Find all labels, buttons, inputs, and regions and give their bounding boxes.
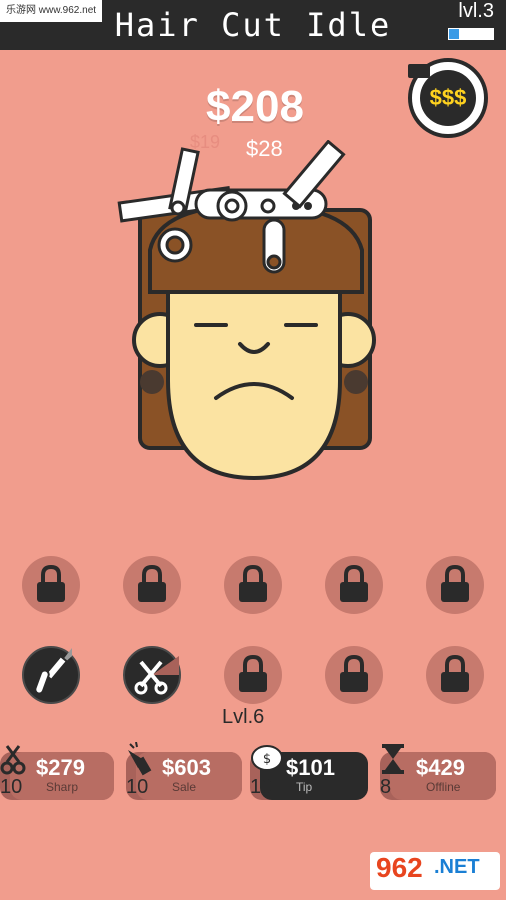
- piggy-bank-icon: $: [251, 745, 283, 771]
- upgrade-tip-label: Tip: [296, 780, 313, 794]
- lock-icon: [239, 564, 267, 602]
- upgrade-offline-count: 8: [380, 776, 392, 798]
- tool-slot-1[interactable]: [22, 556, 80, 614]
- level-progress-bar: [448, 28, 494, 40]
- player-level: lvl.3: [458, 0, 494, 22]
- upgrade-tip-price: $101: [286, 755, 335, 780]
- lock-icon: [441, 654, 469, 692]
- lock-icon: [441, 564, 469, 602]
- upgrade-sale-price: $603: [162, 755, 211, 780]
- upgrade-sharp-price: $279: [36, 755, 85, 780]
- upgrade-sharp-button[interactable]: $279 Sharp 10: [0, 745, 114, 800]
- upgrade-sale-button[interactable]: $603 Sale 10: [126, 742, 242, 800]
- logo-number: 962: [376, 852, 423, 883]
- lock-icon: [138, 564, 166, 602]
- upgrade-sale-count: 10: [126, 776, 149, 798]
- lock-icon: [340, 564, 368, 602]
- upgrade-offline-label: Offline: [426, 780, 461, 794]
- svg-text:$: $: [263, 752, 271, 767]
- upgrade-sharp-label: Sharp: [46, 780, 79, 794]
- site-watermark: 乐游网 www.962.net: [0, 0, 103, 22]
- cash-video-button[interactable]: $$$: [408, 58, 488, 138]
- lock-icon: [37, 564, 65, 602]
- upgrade-offline-button[interactable]: $429 Offline 8: [380, 744, 496, 800]
- megaphone-icon: [128, 742, 152, 776]
- upgrade-tip-count: 10: [250, 776, 273, 798]
- razor-icon: [34, 648, 72, 695]
- scissors-comb-icon: [134, 656, 179, 695]
- upgrade-sharp-count: 10: [0, 776, 23, 798]
- tool-slot-9[interactable]: [325, 646, 383, 704]
- money-counter: $208: [206, 82, 304, 131]
- tool-slot-4[interactable]: [325, 556, 383, 614]
- film-icon: [408, 64, 430, 78]
- lock-icon: [239, 654, 267, 692]
- next-unlock-level: Lvl.6: [222, 706, 265, 728]
- tool-slot-3[interactable]: [224, 556, 282, 614]
- tool-slot-2[interactable]: [123, 556, 181, 614]
- logo-suffix: .NET: [434, 856, 480, 878]
- scissors-icon: [0, 745, 26, 775]
- customer-character[interactable]: [0, 140, 506, 490]
- level-progress-fill: [449, 29, 459, 39]
- tool-slot-scissors-comb[interactable]: [123, 646, 181, 704]
- lock-icon: [340, 654, 368, 692]
- hourglass-icon: [382, 744, 404, 774]
- tool-slot-8[interactable]: [224, 646, 282, 704]
- upgrade-offline-price: $429: [416, 755, 465, 780]
- dollar-signs-icon: $$$: [420, 70, 476, 126]
- tool-slot-5[interactable]: [426, 556, 484, 614]
- tool-slot-10[interactable]: [426, 646, 484, 704]
- site-logo-watermark: 962 .NET: [370, 852, 500, 890]
- tool-slot-razor[interactable]: [22, 646, 80, 704]
- upgrade-tip-button[interactable]: $ $101 Tip 10: [250, 745, 368, 800]
- upgrade-sale-label: Sale: [172, 780, 197, 794]
